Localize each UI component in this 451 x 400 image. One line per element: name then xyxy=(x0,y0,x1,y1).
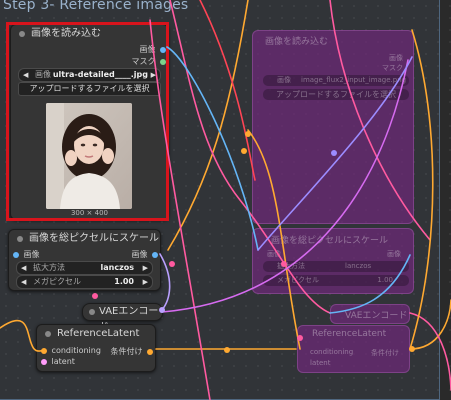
vae-header[interactable]: VAEエンコード xyxy=(83,304,162,333)
scale-title: 画像を総ピクセルにスケール xyxy=(29,233,159,244)
output-mask-slot[interactable]: マスク xyxy=(131,56,166,67)
load-image-header[interactable]: 画像を読み込む xyxy=(11,25,168,43)
ghost-ref-latent-label: latent xyxy=(310,359,331,367)
portrait-image xyxy=(46,103,132,209)
ghost-ref-title: ReferenceLatent xyxy=(312,329,387,339)
output-image-label: 画像 xyxy=(139,45,156,54)
image-port-icon[interactable] xyxy=(152,251,158,258)
upscale-method-combo[interactable]: ◀ 拡大方法 lanczos ▶ xyxy=(16,261,153,275)
upscale-method-label: 拡大方法 xyxy=(33,263,65,272)
ref-conditioning-input-slot[interactable]: conditioning xyxy=(41,346,101,355)
ghost-output-mask-label: マスク xyxy=(382,64,403,72)
ref-output-label: 条件付け xyxy=(110,347,143,356)
scale-header[interactable]: 画像を総ピクセルにスケール xyxy=(9,230,160,248)
conditioning-port-icon[interactable] xyxy=(41,347,47,354)
image-preview xyxy=(46,103,132,209)
ghost-method-value: lanczos xyxy=(345,262,372,270)
number-left-arrow-icon[interactable]: ◀ xyxy=(21,276,26,288)
ghost-ref-node[interactable]: ReferenceLatent conditioning latent 条件付け xyxy=(297,325,410,373)
ref-conditioning-label: conditioning xyxy=(51,346,101,355)
combo-right-arrow-icon[interactable]: ▶ xyxy=(151,69,156,81)
graph-canvas[interactable]: Step 3- Reference images 画像を読み込む 画像 マスク … xyxy=(0,0,451,400)
ghost-megapixels-widget[interactable]: メガピクセル 1.00 xyxy=(263,275,409,286)
collapse-dot-icon[interactable] xyxy=(45,331,51,337)
image-file-label: 画像 xyxy=(35,70,51,79)
image-file-value: ultra-detailed____.jpg xyxy=(52,70,148,79)
scale-output-label: 画像 xyxy=(131,250,148,259)
combo-left-arrow-icon[interactable]: ◀ xyxy=(21,262,26,274)
ref-output-slot[interactable]: 条件付け xyxy=(110,346,153,357)
ghost-image-combo[interactable]: 画像 image_flux2_input_image.png xyxy=(263,75,409,86)
upscale-method-value: lanczos xyxy=(100,263,135,272)
ghost-image-value: image_flux2_input_image.png xyxy=(301,76,407,84)
scale-input-label: 画像 xyxy=(23,250,40,259)
ghost-ref-conditioning-label: conditioning xyxy=(310,348,354,356)
number-right-arrow-icon[interactable]: ▶ xyxy=(143,276,148,288)
ref-latent-label: latent xyxy=(51,357,75,366)
ghost-image-label: 画像 xyxy=(277,76,291,84)
scale-input-image-slot[interactable]: 画像 xyxy=(13,249,40,260)
conditioning-port-icon[interactable] xyxy=(147,348,153,355)
ghost-method-combo[interactable]: 拡大方法 lanczos xyxy=(263,261,409,272)
megapixels-value: 1.00 xyxy=(114,277,134,286)
collapse-dot-icon[interactable] xyxy=(89,309,95,315)
megapixels-label: メガピクセル xyxy=(33,277,81,286)
ghost-scale-node[interactable]: 画像を総ピクセルにスケール 画像 画像 拡大方法 lanczos メガピクセル … xyxy=(252,228,414,294)
upload-file-button[interactable]: アップロードするファイルを選択 xyxy=(18,82,161,96)
ghost-method-label: 拡大方法 xyxy=(277,262,305,270)
megapixels-widget[interactable]: ◀ メガピクセル 1.00 ▶ xyxy=(16,275,153,289)
image-size-text: 300 × 400 xyxy=(70,209,109,217)
vae-encode-node[interactable]: VAEエンコード xyxy=(82,303,163,333)
output-image-slot[interactable]: 画像 xyxy=(139,44,166,55)
reference-latent-node[interactable]: ReferenceLatent conditioning latent 条件付け xyxy=(36,324,156,372)
scale-output-image-slot[interactable]: 画像 xyxy=(131,249,158,260)
collapse-dot-icon[interactable] xyxy=(17,236,23,242)
image-file-combo[interactable]: ◀ 画像 ultra-detailed____.jpg ▶ xyxy=(18,68,161,82)
latent-port-icon[interactable] xyxy=(41,358,47,365)
ghost-scale-output-label: 画像 xyxy=(387,250,401,258)
ghost-megapixels-value: 1.00 xyxy=(377,276,393,284)
ref-title: ReferenceLatent xyxy=(57,328,140,339)
ghost-vae-node[interactable]: VAEエンコード xyxy=(330,304,410,324)
ghost-vae-title: VAEエンコード xyxy=(345,311,408,321)
output-mask-label: マスク xyxy=(131,57,156,66)
group-title[interactable]: Step 3- Reference images xyxy=(3,0,188,13)
ghost-megapixels-label: メガピクセル xyxy=(277,276,319,284)
collapse-dot-icon[interactable] xyxy=(19,31,25,37)
load-image-node[interactable]: 画像を読み込む 画像 マスク ◀ 画像 ultra-detailed____.j… xyxy=(10,24,169,220)
ghost-scale-title: 画像を総ピクセルにスケール xyxy=(271,236,389,246)
ghost-ref-output-label: 条件付け xyxy=(371,349,399,357)
ghost-load-image-node[interactable]: 画像を読み込む 画像 マスク 画像 image_flux2_input_imag… xyxy=(252,30,414,224)
scale-to-pixels-node[interactable]: 画像を総ピクセルにスケール 画像 画像 ◀ 拡大方法 lanczos ▶ ◀ メ… xyxy=(8,229,161,291)
ref-latent-input-slot[interactable]: latent xyxy=(41,357,75,366)
ghost-load-image-title: 画像を読み込む xyxy=(265,37,329,47)
combo-right-arrow-icon[interactable]: ▶ xyxy=(143,262,148,274)
load-image-title: 画像を読み込む xyxy=(31,28,101,39)
ghost-output-image-label: 画像 xyxy=(389,54,403,62)
ghost-scale-input-label: 画像 xyxy=(267,250,281,258)
image-port-icon[interactable] xyxy=(13,251,19,258)
ghost-upload-button[interactable]: アップロードするファイルを選択 xyxy=(263,89,409,100)
mask-port-icon[interactable] xyxy=(160,58,166,65)
combo-left-arrow-icon[interactable]: ◀ xyxy=(23,69,28,81)
image-port-icon[interactable] xyxy=(160,46,166,53)
ref-header[interactable]: ReferenceLatent xyxy=(37,325,155,343)
